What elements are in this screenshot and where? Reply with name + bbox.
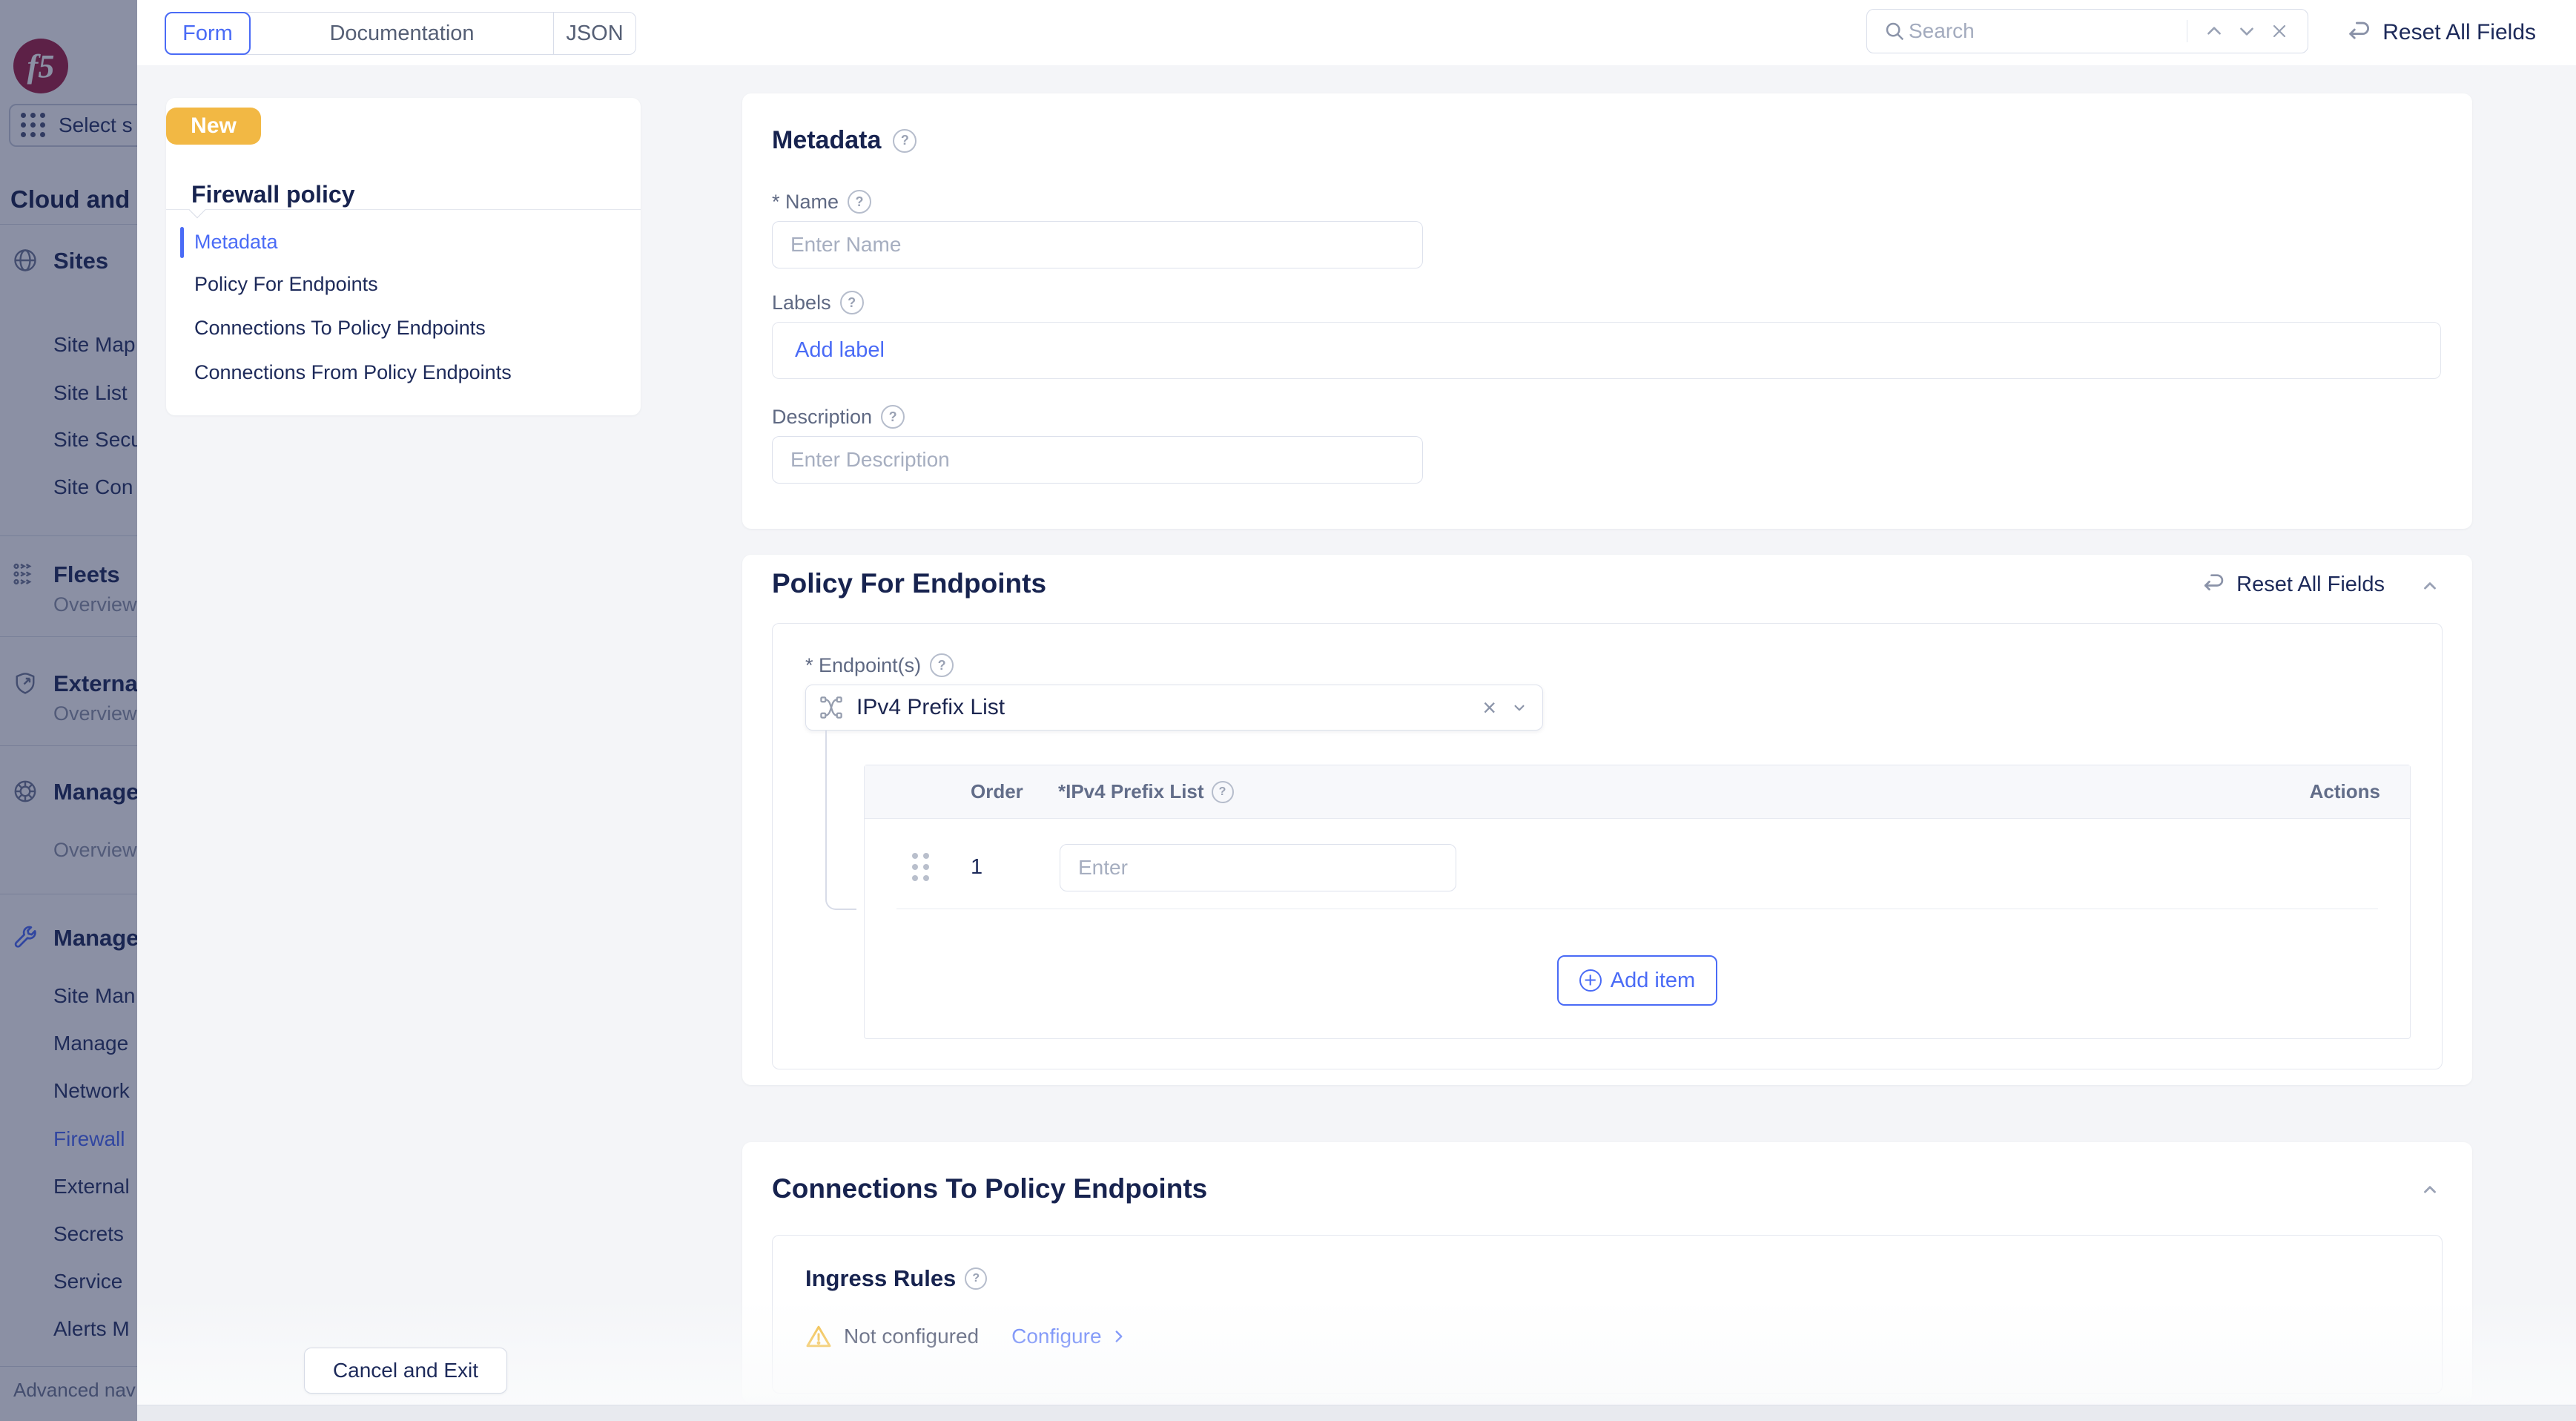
search-input[interactable] bbox=[1907, 19, 2182, 44]
column-header-order: Order bbox=[971, 765, 1023, 818]
endpoint-type-icon bbox=[819, 696, 843, 719]
clear-selection-icon[interactable]: × bbox=[1482, 694, 1496, 722]
new-badge: New bbox=[166, 108, 261, 145]
reset-icon bbox=[2199, 571, 2226, 598]
prefix-list-input[interactable] bbox=[1060, 844, 1456, 891]
reset-icon bbox=[2344, 19, 2372, 47]
labels-box: Add label bbox=[772, 322, 2441, 379]
name-label-text: * Name bbox=[772, 191, 839, 214]
sidebar-dim-overlay bbox=[0, 0, 137, 1421]
labels-label-text: Labels bbox=[772, 291, 831, 314]
description-input[interactable] bbox=[772, 436, 1423, 484]
nesting-connector bbox=[825, 731, 856, 910]
wizard-nav-card: New Firewall policy Metadata Policy For … bbox=[166, 98, 641, 415]
ingress-rules-box: Ingress Rules ? Not configured Configure bbox=[772, 1235, 2443, 1394]
table-header-row: Order *IPv4 Prefix List ? Actions bbox=[865, 765, 2410, 819]
warning-icon bbox=[805, 1323, 832, 1350]
column-header-prefix-list: *IPv4 Prefix List ? bbox=[1058, 765, 1234, 818]
description-field-label: Description ? bbox=[772, 405, 905, 429]
plus-icon: + bbox=[1579, 969, 1602, 992]
help-icon[interactable]: ? bbox=[881, 405, 905, 429]
row-order-value: 1 bbox=[971, 855, 982, 880]
help-icon[interactable]: ? bbox=[965, 1267, 987, 1290]
policy-for-endpoints-section: Policy For Endpoints Reset All Fields * … bbox=[742, 555, 2472, 1085]
endpoint-select[interactable]: IPv4 Prefix List × bbox=[805, 685, 1543, 731]
endpoints-inner-box: * Endpoint(s) ? IPv4 Prefix List × Order… bbox=[772, 623, 2443, 1069]
configure-link[interactable]: Configure bbox=[1011, 1325, 1128, 1348]
view-tab-group: Form Documentation JSON bbox=[165, 12, 636, 55]
name-input[interactable] bbox=[772, 221, 1423, 268]
metadata-section: Metadata ? * Name ? Labels ? Add label D… bbox=[742, 93, 2472, 529]
wizard-step-connections-from[interactable]: Connections From Policy Endpoints bbox=[194, 361, 512, 384]
search-box bbox=[1866, 9, 2308, 53]
labels-field-label: Labels ? bbox=[772, 291, 864, 314]
metadata-title-text: Metadata bbox=[772, 126, 881, 155]
ingress-rules-text: Ingress Rules bbox=[805, 1265, 956, 1292]
active-step-indicator bbox=[180, 227, 184, 258]
search-clear-icon[interactable] bbox=[2263, 15, 2296, 47]
help-icon[interactable]: ? bbox=[840, 291, 864, 314]
app-root: Form Documentation JSON Reset All Fields bbox=[0, 0, 2576, 1421]
add-item-label: Add item bbox=[1611, 969, 1695, 993]
policy-title-text: Policy For Endpoints bbox=[772, 568, 1046, 599]
wizard-step-metadata[interactable]: Metadata bbox=[194, 231, 278, 254]
footer-strip bbox=[137, 1405, 2576, 1421]
drag-handle[interactable] bbox=[912, 853, 931, 883]
tab-json[interactable]: JSON bbox=[553, 13, 635, 54]
cancel-and-exit-button[interactable]: Cancel and Exit bbox=[304, 1348, 507, 1394]
configure-label: Configure bbox=[1011, 1325, 1101, 1348]
help-icon[interactable]: ? bbox=[893, 129, 917, 153]
search-prev-icon[interactable] bbox=[2198, 15, 2230, 47]
connections-title-text: Connections To Policy Endpoints bbox=[772, 1173, 1207, 1204]
prefix-list-table: Order *IPv4 Prefix List ? Actions 1 + Ad… bbox=[864, 765, 2411, 1039]
add-item-button[interactable]: + Add item bbox=[1557, 955, 1717, 1006]
chevron-right-icon bbox=[1109, 1327, 1129, 1346]
search-next-icon[interactable] bbox=[2230, 15, 2263, 47]
connections-section-title: Connections To Policy Endpoints bbox=[772, 1173, 1207, 1204]
column-header-actions: Actions bbox=[2310, 765, 2380, 818]
help-icon[interactable]: ? bbox=[930, 653, 954, 677]
policy-section-title: Policy For Endpoints bbox=[772, 568, 1046, 599]
tab-form[interactable]: Form bbox=[165, 12, 251, 55]
description-label-text: Description bbox=[772, 406, 872, 429]
status-badge: Not configured bbox=[844, 1325, 979, 1348]
add-label-link[interactable]: Add label bbox=[795, 338, 885, 363]
wizard-title: Firewall policy bbox=[191, 181, 355, 208]
tab-documentation[interactable]: Documentation bbox=[251, 13, 553, 54]
endpoint-select-value: IPv4 Prefix List bbox=[856, 695, 1482, 720]
divider bbox=[166, 209, 641, 210]
policy-reset-all-fields-button[interactable]: Reset All Fields bbox=[2199, 571, 2385, 598]
name-field-label: * Name ? bbox=[772, 190, 871, 214]
ingress-rules-title: Ingress Rules ? bbox=[805, 1265, 987, 1292]
wizard-step-policy-for-endpoints[interactable]: Policy For Endpoints bbox=[194, 273, 378, 296]
collapse-section-icon[interactable] bbox=[2420, 1181, 2440, 1200]
reset-all-fields-label: Reset All Fields bbox=[2382, 20, 2536, 45]
ingress-status-row: Not configured Configure bbox=[805, 1323, 1129, 1350]
endpoint-label-text: * Endpoint(s) bbox=[805, 654, 921, 677]
help-icon[interactable]: ? bbox=[848, 190, 871, 214]
policy-reset-label: Reset All Fields bbox=[2236, 573, 2385, 597]
chevron-down-icon[interactable] bbox=[1510, 698, 1529, 717]
search-icon bbox=[1882, 15, 1907, 47]
help-icon[interactable]: ? bbox=[1212, 781, 1234, 803]
collapse-section-icon[interactable] bbox=[2420, 577, 2440, 596]
endpoint-field-label: * Endpoint(s) ? bbox=[805, 653, 954, 677]
reset-all-fields-button[interactable]: Reset All Fields bbox=[2344, 19, 2536, 47]
metadata-section-title: Metadata ? bbox=[772, 126, 917, 155]
wizard-step-connections-to[interactable]: Connections To Policy Endpoints bbox=[194, 317, 486, 340]
connections-to-section: Connections To Policy Endpoints Ingress … bbox=[742, 1142, 2472, 1403]
top-header: Form Documentation JSON Reset All Fields bbox=[137, 0, 2576, 65]
